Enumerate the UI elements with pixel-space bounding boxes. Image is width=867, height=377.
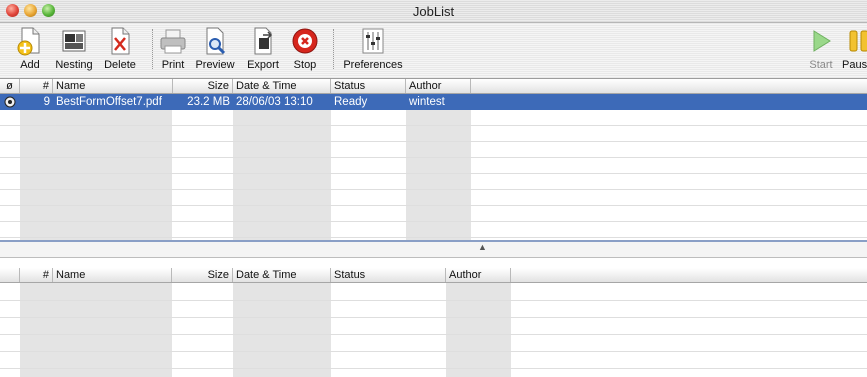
- job-name: BestFormOffset7.pdf: [56, 96, 162, 108]
- job-table: ø # Name Size Date & Time Status Author …: [0, 79, 867, 240]
- preview-magnifier-icon: [206, 27, 226, 55]
- export-label: Export: [247, 59, 279, 71]
- job-status: Ready: [334, 96, 368, 108]
- pause-label: Paus: [842, 59, 867, 71]
- nesting-icon: [62, 30, 86, 52]
- add-button[interactable]: Add: [15, 26, 45, 71]
- job-author: wintest: [409, 96, 445, 108]
- toolbar-separator: [152, 29, 153, 69]
- window-title: JobList: [412, 4, 455, 19]
- nesting-button[interactable]: Nesting: [52, 26, 96, 71]
- archive-table-body: [0, 283, 867, 377]
- splitter-grip-icon: ▲: [478, 242, 487, 252]
- column-header-name[interactable]: Name: [53, 79, 172, 93]
- column-header-size[interactable]: Size: [172, 268, 233, 282]
- pause-icon: [849, 30, 867, 52]
- job-table-header: ø # Name Size Date & Time Status Author: [0, 79, 867, 94]
- delete-document-icon: [111, 27, 130, 55]
- title-bar: JobList: [0, 0, 867, 23]
- print-label: Print: [161, 59, 185, 71]
- column-header-name[interactable]: Name: [53, 268, 172, 282]
- toolbar: Add Nesting Delete Print Preview Export …: [0, 23, 867, 79]
- print-button[interactable]: Print: [158, 26, 188, 71]
- column-header-icon[interactable]: ø: [0, 79, 20, 93]
- column-header-status[interactable]: Status: [331, 79, 406, 93]
- pause-button[interactable]: Paus: [842, 26, 867, 71]
- archive-table-header: # Name Size Date & Time Status Author: [0, 268, 867, 283]
- export-icon: [254, 27, 273, 55]
- column-header-blank[interactable]: [0, 268, 20, 282]
- export-button[interactable]: Export: [244, 26, 282, 71]
- play-icon: [813, 30, 831, 52]
- stop-icon: [292, 28, 318, 54]
- job-table-body: 9 BestFormOffset7.pdf 23.2 MB 28/06/03 1…: [0, 94, 867, 240]
- column-header-number[interactable]: #: [20, 79, 53, 93]
- column-header-date-time[interactable]: Date & Time: [233, 79, 331, 93]
- toolbar-separator: [333, 29, 334, 69]
- stop-button[interactable]: Stop: [290, 26, 320, 71]
- add-label: Add: [20, 59, 40, 71]
- stop-label: Stop: [293, 59, 317, 71]
- archive-table: # Name Size Date & Time Status Author: [0, 268, 867, 377]
- delete-label: Delete: [104, 59, 136, 71]
- column-header-size[interactable]: Size: [172, 79, 233, 93]
- delete-button[interactable]: Delete: [102, 26, 138, 71]
- column-header-author[interactable]: Author: [446, 268, 511, 282]
- add-document-icon: [17, 27, 40, 56]
- column-header-status[interactable]: Status: [331, 268, 446, 282]
- split-view-divider[interactable]: ▲: [0, 240, 867, 258]
- job-date-time: 28/06/03 13:10: [236, 96, 313, 108]
- column-header-date-time[interactable]: Date & Time: [233, 268, 331, 282]
- pdf-file-icon: [4, 94, 18, 110]
- table-row[interactable]: 9 BestFormOffset7.pdf 23.2 MB 28/06/03 1…: [0, 94, 867, 110]
- printer-icon: [160, 29, 186, 54]
- sliders-icon: [362, 28, 384, 54]
- nesting-label: Nesting: [55, 59, 93, 71]
- job-number: 9: [43, 96, 50, 108]
- preview-label: Preview: [195, 59, 235, 71]
- preview-button[interactable]: Preview: [194, 26, 236, 71]
- preferences-button[interactable]: Preferences: [342, 26, 404, 71]
- start-label: Start: [809, 59, 833, 71]
- column-header-author[interactable]: Author: [406, 79, 471, 93]
- job-size: 23.2 MB: [187, 96, 230, 108]
- column-header-number[interactable]: #: [20, 268, 53, 282]
- start-button[interactable]: Start: [806, 26, 836, 71]
- preferences-label: Preferences: [343, 59, 403, 71]
